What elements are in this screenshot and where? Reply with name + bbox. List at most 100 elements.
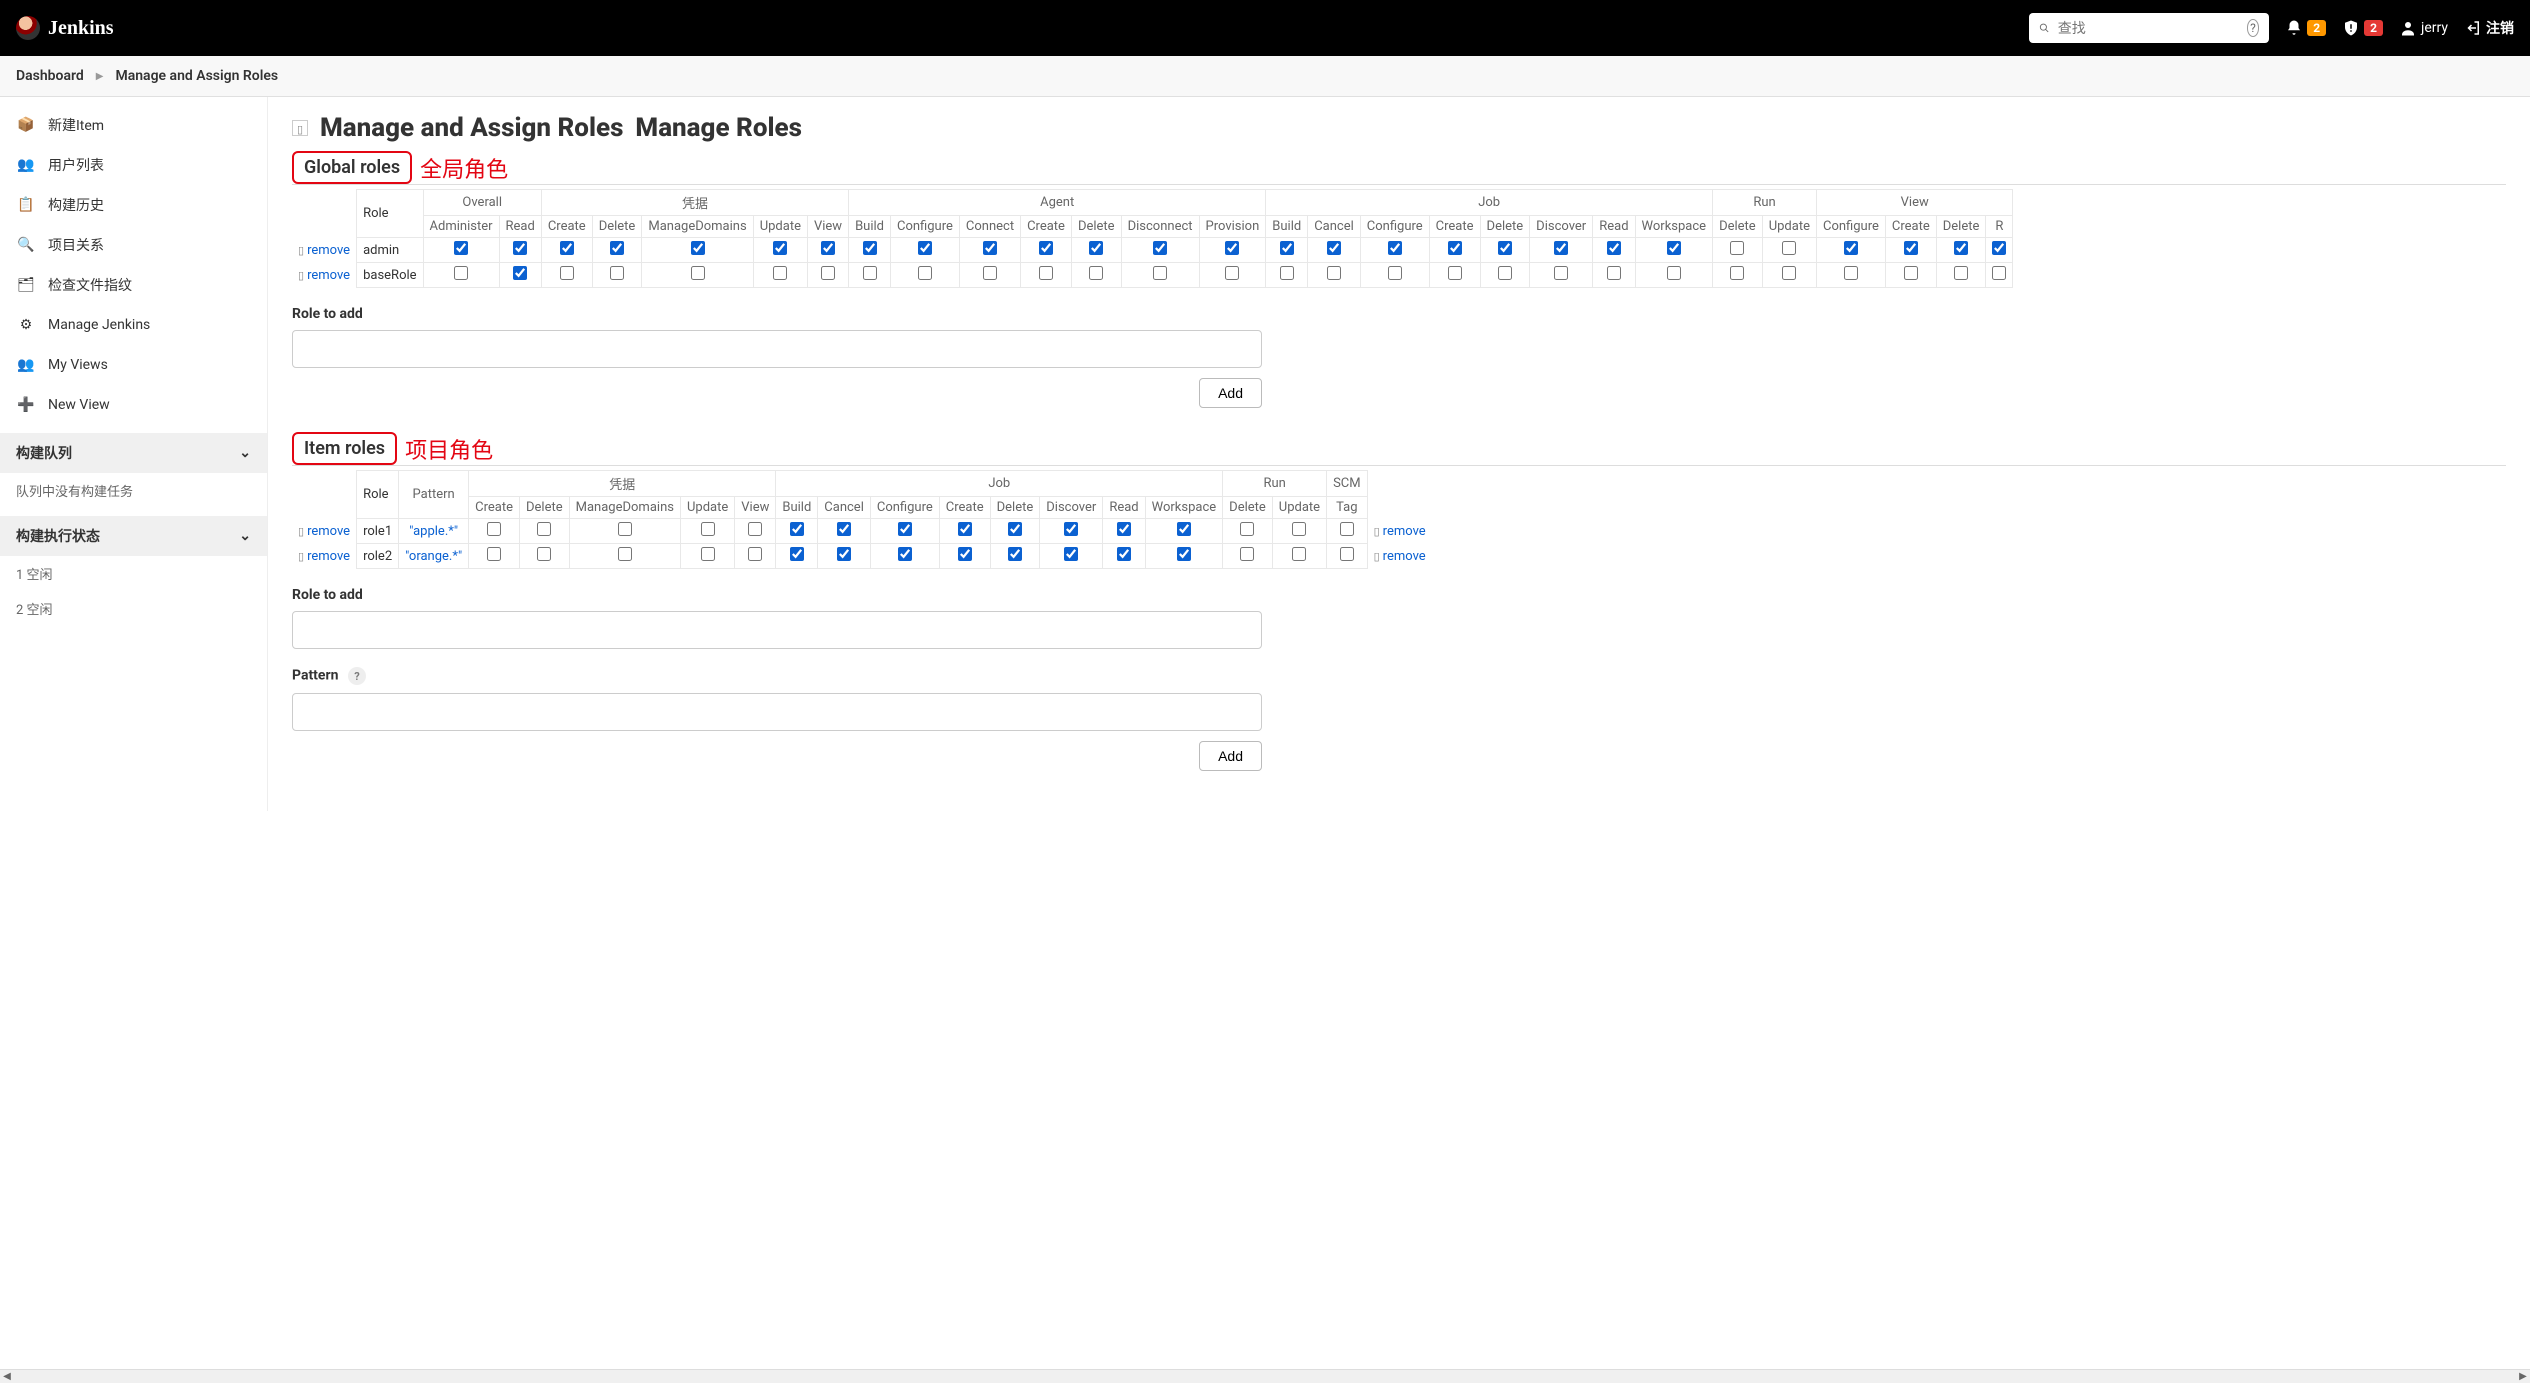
permission-checkbox[interactable] [1117, 522, 1131, 536]
permission-checkbox[interactable] [958, 547, 972, 561]
permission-checkbox[interactable] [1388, 241, 1402, 255]
permission-checkbox[interactable] [1554, 241, 1568, 255]
permission-checkbox[interactable] [1117, 547, 1131, 561]
search-box[interactable]: ? [2029, 13, 2269, 43]
permission-checkbox[interactable] [1225, 266, 1239, 280]
permission-checkbox[interactable] [1667, 266, 1681, 280]
permission-checkbox[interactable] [1280, 241, 1294, 255]
permission-checkbox[interactable] [1844, 266, 1858, 280]
permission-checkbox[interactable] [790, 522, 804, 536]
alerts-button[interactable]: 2 [2342, 19, 2383, 37]
permission-checkbox[interactable] [1607, 266, 1621, 280]
sidebar-item-5[interactable]: ⚙Manage Jenkins [0, 305, 267, 345]
permission-checkbox[interactable] [701, 522, 715, 536]
permission-checkbox[interactable] [1554, 266, 1568, 280]
permission-checkbox[interactable] [560, 241, 574, 255]
permission-checkbox[interactable] [773, 266, 787, 280]
permission-checkbox[interactable] [1327, 241, 1341, 255]
pattern-link[interactable]: "apple.*" [409, 524, 458, 539]
remove-role-button[interactable]: remove [298, 524, 350, 539]
permission-checkbox[interactable] [1064, 522, 1078, 536]
permission-checkbox[interactable] [1327, 266, 1341, 280]
permission-checkbox[interactable] [1240, 522, 1254, 536]
pattern-help-icon[interactable]: ? [348, 667, 366, 685]
sidebar-item-1[interactable]: 👥用户列表 [0, 145, 267, 185]
permission-checkbox[interactable] [454, 241, 468, 255]
permission-checkbox[interactable] [983, 241, 997, 255]
global-add-button[interactable]: Add [1199, 378, 1262, 408]
pattern-input[interactable] [292, 693, 1262, 731]
permission-checkbox[interactable] [1844, 241, 1858, 255]
remove-role-button[interactable]: remove [1374, 549, 1426, 564]
notifications-button[interactable]: 2 [2285, 19, 2326, 37]
permission-checkbox[interactable] [821, 266, 835, 280]
permission-checkbox[interactable] [1498, 266, 1512, 280]
permission-checkbox[interactable] [454, 266, 468, 280]
permission-checkbox[interactable] [1904, 241, 1918, 255]
build-executor-header[interactable]: 构建执行状态 ⌄ [0, 516, 267, 556]
permission-checkbox[interactable] [1089, 266, 1103, 280]
permission-checkbox[interactable] [983, 266, 997, 280]
permission-checkbox[interactable] [691, 266, 705, 280]
permission-checkbox[interactable] [1992, 266, 2006, 280]
breadcrumb-manage-roles[interactable]: Manage and Assign Roles [115, 68, 278, 84]
logout-button[interactable]: 注销 [2464, 18, 2514, 38]
brand-area[interactable]: Jenkins [16, 16, 114, 40]
horizontal-scrollbar[interactable]: ◀ ▶ [0, 1369, 2530, 1383]
permission-checkbox[interactable] [618, 547, 632, 561]
permission-checkbox[interactable] [610, 266, 624, 280]
permission-checkbox[interactable] [1340, 547, 1354, 561]
permission-checkbox[interactable] [1039, 241, 1053, 255]
permission-checkbox[interactable] [1008, 547, 1022, 561]
user-menu[interactable]: jerry [2399, 19, 2448, 37]
permission-checkbox[interactable] [513, 241, 527, 255]
permission-checkbox[interactable] [1782, 241, 1796, 255]
permission-checkbox[interactable] [1954, 266, 1968, 280]
permission-checkbox[interactable] [610, 241, 624, 255]
permission-checkbox[interactable] [1008, 522, 1022, 536]
permission-checkbox[interactable] [691, 241, 705, 255]
permission-checkbox[interactable] [918, 266, 932, 280]
permission-checkbox[interactable] [1448, 266, 1462, 280]
permission-checkbox[interactable] [618, 522, 632, 536]
permission-checkbox[interactable] [1498, 241, 1512, 255]
permission-checkbox[interactable] [537, 547, 551, 561]
permission-checkbox[interactable] [748, 522, 762, 536]
permission-checkbox[interactable] [560, 266, 574, 280]
permission-checkbox[interactable] [1280, 266, 1294, 280]
permission-checkbox[interactable] [1954, 241, 1968, 255]
permission-checkbox[interactable] [821, 241, 835, 255]
search-help-icon[interactable]: ? [2247, 19, 2260, 37]
permission-checkbox[interactable] [1292, 547, 1306, 561]
permission-checkbox[interactable] [837, 522, 851, 536]
permission-checkbox[interactable] [790, 547, 804, 561]
permission-checkbox[interactable] [1782, 266, 1796, 280]
permission-checkbox[interactable] [701, 547, 715, 561]
permission-checkbox[interactable] [898, 522, 912, 536]
permission-checkbox[interactable] [1448, 241, 1462, 255]
permission-checkbox[interactable] [837, 547, 851, 561]
permission-checkbox[interactable] [513, 266, 527, 280]
sidebar-item-0[interactable]: 📦新建Item [0, 105, 267, 145]
permission-checkbox[interactable] [1153, 266, 1167, 280]
permission-checkbox[interactable] [1064, 547, 1078, 561]
permission-checkbox[interactable] [1992, 241, 2006, 255]
permission-checkbox[interactable] [1667, 241, 1681, 255]
permission-checkbox[interactable] [1904, 266, 1918, 280]
permission-checkbox[interactable] [1292, 522, 1306, 536]
permission-checkbox[interactable] [537, 522, 551, 536]
sidebar-item-2[interactable]: 📋构建历史 [0, 185, 267, 225]
permission-checkbox[interactable] [863, 266, 877, 280]
permission-checkbox[interactable] [773, 241, 787, 255]
permission-checkbox[interactable] [1089, 241, 1103, 255]
permission-checkbox[interactable] [918, 241, 932, 255]
permission-checkbox[interactable] [1340, 522, 1354, 536]
permission-checkbox[interactable] [1153, 241, 1167, 255]
permission-checkbox[interactable] [1730, 266, 1744, 280]
sidebar-item-6[interactable]: 👥My Views [0, 345, 267, 385]
permission-checkbox[interactable] [958, 522, 972, 536]
permission-checkbox[interactable] [1177, 547, 1191, 561]
global-role-to-add-input[interactable] [292, 330, 1262, 368]
breadcrumb-dashboard[interactable]: Dashboard [16, 68, 84, 84]
permission-checkbox[interactable] [1240, 547, 1254, 561]
